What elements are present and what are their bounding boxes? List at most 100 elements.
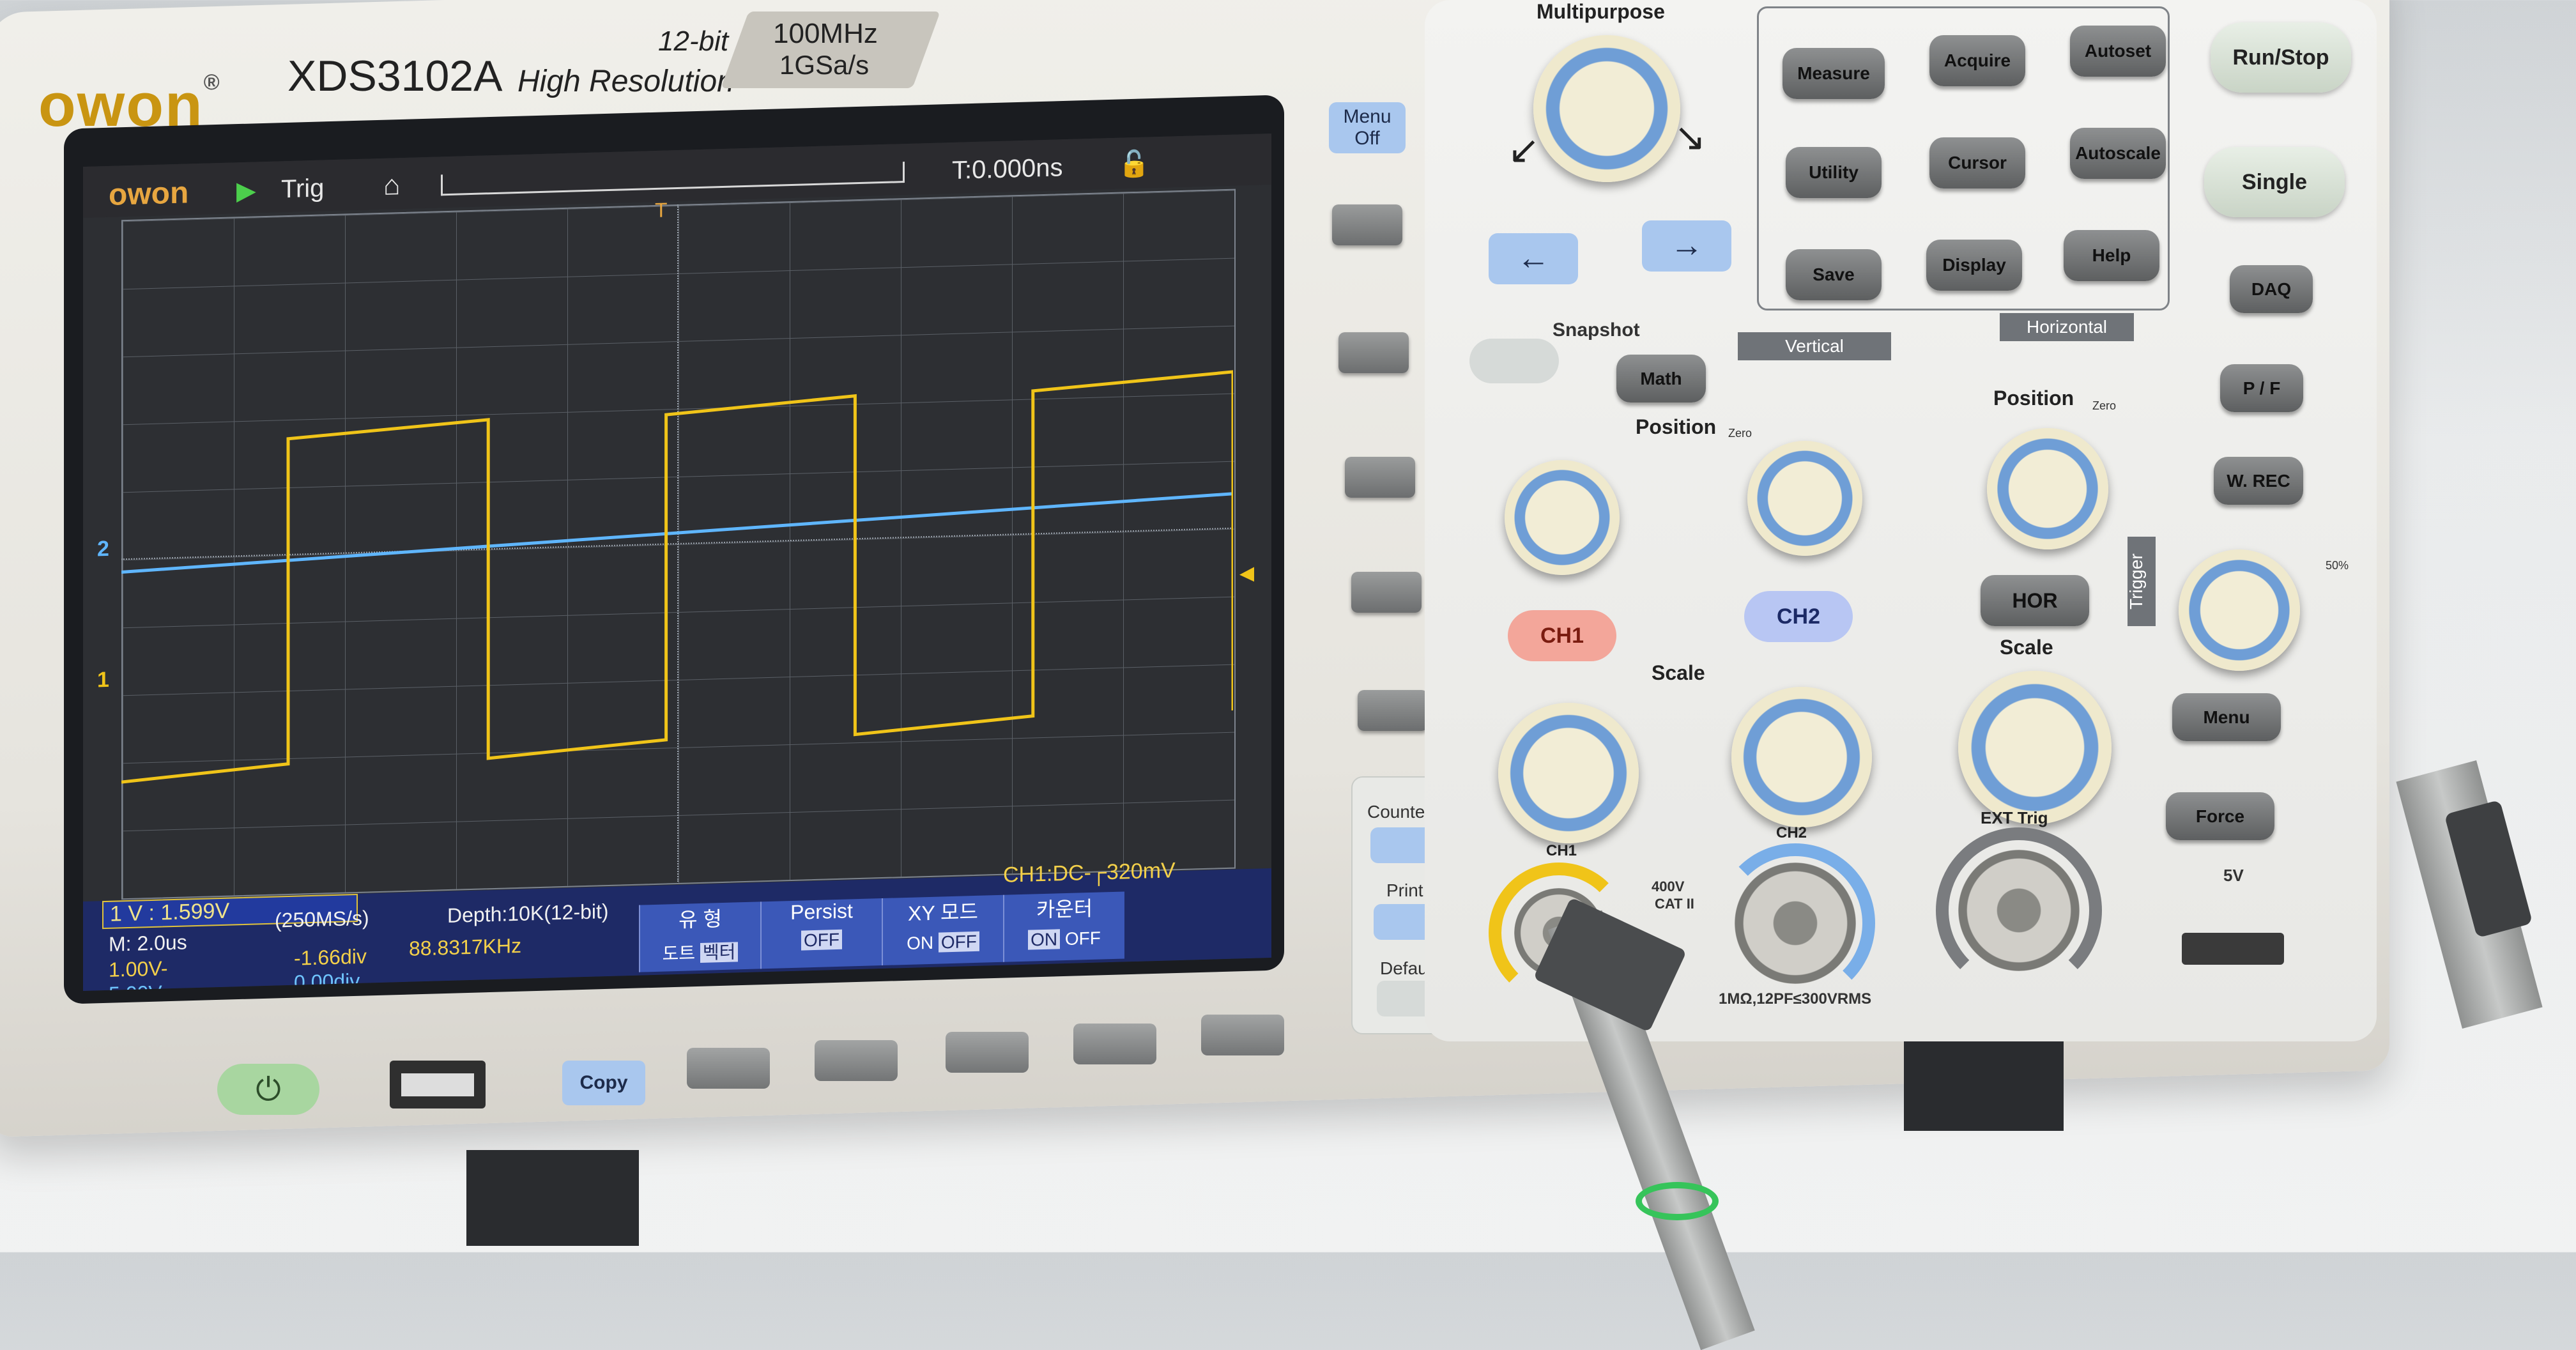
probe-color-ring xyxy=(1636,1182,1719,1220)
menu-item-xy-mode[interactable]: XY 모드 ON OFF xyxy=(882,894,1003,966)
home-icon: ⌂ xyxy=(383,169,401,201)
menu-item-persist[interactable]: Persist OFF xyxy=(760,898,882,969)
timebase-readout: M: 2.0us xyxy=(109,930,187,956)
bit-depth: 12-bit xyxy=(658,26,729,57)
ext-trig-bnc-connector[interactable] xyxy=(1958,850,2080,971)
ch2-input-label: CH2 xyxy=(1776,824,1807,841)
softkey-4[interactable] xyxy=(1351,572,1422,613)
probe-comp-terminal xyxy=(2182,933,2284,965)
menu-item-type[interactable]: 유 형 도트 벡터 xyxy=(639,901,760,972)
vertical-scale-label: Scale xyxy=(1652,661,1705,684)
bottom-softkey-3[interactable] xyxy=(946,1032,1029,1073)
force-trigger-button[interactable]: Force xyxy=(2166,792,2274,840)
probe-comp-label: 5V xyxy=(2223,866,2244,885)
vertical-position-label: Position xyxy=(1636,415,1717,438)
left-foot xyxy=(466,1150,639,1246)
category-label: CAT II xyxy=(1655,896,1694,912)
frequency-readout: 88.8317KHz xyxy=(409,933,522,960)
lock-icon: 🔓 xyxy=(1118,150,1150,179)
ch2-scale-knob[interactable] xyxy=(1731,687,1872,827)
vertical-zero-label: Zero xyxy=(1728,427,1752,440)
horizontal-position-label: Position xyxy=(1993,387,2074,410)
depth-readout: Depth:10K(12-bit) xyxy=(447,900,609,928)
trigger-level-knob[interactable] xyxy=(2179,549,2300,671)
left-arrow-button[interactable]: ← xyxy=(1489,233,1578,284)
play-icon: ▶ xyxy=(236,176,256,206)
trigger-section-label: Trigger xyxy=(2126,537,2156,626)
ch1-scale-knob[interactable] xyxy=(1498,703,1639,843)
oscilloscope-screen: owon ▶ Trig ⌂ T:0.000ns 🔓 T 2 1 ◀ 1 V : … xyxy=(83,134,1271,991)
snapshot-button[interactable] xyxy=(1469,339,1559,383)
multipurpose-knob[interactable] xyxy=(1533,35,1680,182)
rotate-left-arrow-icon: ↙ xyxy=(1508,128,1540,171)
ch1-input-label: CH1 xyxy=(1546,842,1577,859)
right-foot xyxy=(1904,1041,2064,1131)
vertical-section-label: Vertical xyxy=(1738,332,1891,360)
softkey-3[interactable] xyxy=(1345,457,1415,498)
autoset-button[interactable]: Autoset xyxy=(2070,26,2166,77)
voltage-warning-label: 400V xyxy=(1652,878,1685,894)
hor-button[interactable]: HOR xyxy=(1981,575,2089,626)
bandwidth-label: 100MHz xyxy=(773,18,878,49)
acquire-button[interactable]: Acquire xyxy=(1929,35,2025,86)
run-stop-button[interactable]: Run/Stop xyxy=(2211,22,2351,93)
screen-logo: owon xyxy=(109,176,189,212)
single-button[interactable]: Single xyxy=(2204,147,2345,217)
daq-button[interactable]: DAQ xyxy=(2230,265,2313,313)
ch1-button[interactable]: CH1 xyxy=(1508,610,1616,661)
menu-off-button[interactable]: Menu Off xyxy=(1329,102,1406,153)
snapshot-label: Snapshot xyxy=(1552,319,1640,341)
autoscale-button[interactable]: Autoscale xyxy=(2070,128,2166,179)
waveform-plot xyxy=(121,370,1233,784)
sample-readout: (250MS/s) xyxy=(275,906,369,932)
right-arrow-button[interactable]: → xyxy=(1642,220,1731,272)
measure-button[interactable]: Measure xyxy=(1782,48,1885,99)
ch1-waveform xyxy=(121,370,1233,784)
input-spec-label: 1MΩ,12PF≤300VRMS xyxy=(1719,990,1872,1008)
ch1-ground-marker: 1 xyxy=(97,667,109,693)
horizontal-scale-knob[interactable] xyxy=(1958,671,2112,824)
help-button[interactable]: Help xyxy=(2064,230,2159,281)
ch2-button[interactable]: CH2 xyxy=(1744,591,1853,642)
horizontal-scale-label: Scale xyxy=(2000,636,2053,659)
rotate-right-arrow-icon: ↘ xyxy=(1674,116,1706,158)
cursor-button[interactable]: Cursor xyxy=(1929,137,2025,188)
horizontal-position-knob[interactable] xyxy=(1987,428,2108,549)
model-name: XDS3102A xyxy=(288,52,503,100)
trig-status: Trig xyxy=(281,174,325,204)
ch2-bnc-connector[interactable] xyxy=(1735,863,1856,984)
bottom-softkey-1[interactable] xyxy=(687,1048,770,1089)
ch1-scale-readout: 1.00V- xyxy=(109,956,168,981)
utility-button[interactable]: Utility xyxy=(1786,147,1882,198)
trigger-menu-button[interactable]: Menu xyxy=(2172,693,2281,741)
ch2-ground-marker: 2 xyxy=(97,536,109,562)
copy-button[interactable]: Copy xyxy=(562,1061,645,1105)
display-button[interactable]: Display xyxy=(1926,240,2022,291)
power-button[interactable]: ⏻ xyxy=(217,1064,319,1115)
trigger-time: T:0.000ns xyxy=(952,153,1063,185)
multipurpose-label: Multipurpose xyxy=(1537,0,1665,23)
softkey-1[interactable] xyxy=(1332,204,1402,245)
bottom-softkey-4[interactable] xyxy=(1073,1024,1156,1064)
ch1-coupling-readout: CH1:DC-┌320mV xyxy=(1003,858,1176,887)
bottom-softkey-5[interactable] xyxy=(1201,1015,1284,1055)
trigger-level-marker: ◀ xyxy=(1239,562,1255,585)
usb-port-inner xyxy=(401,1073,474,1096)
print-label: Print xyxy=(1386,880,1423,900)
softkey-2[interactable] xyxy=(1338,332,1409,373)
ext-trig-label: EXT Trig xyxy=(1981,808,2048,827)
math-button[interactable]: Math xyxy=(1616,355,1706,403)
ch1-position-knob[interactable] xyxy=(1505,460,1620,575)
bottom-softkey-2[interactable] xyxy=(815,1040,898,1081)
save-button[interactable]: Save xyxy=(1786,249,1882,300)
waveform-record-button[interactable]: W. REC xyxy=(2214,457,2303,505)
model-subtitle: High Resolution xyxy=(518,65,734,98)
horizontal-section-label: Horizontal xyxy=(2000,313,2134,341)
ch2-position-knob[interactable] xyxy=(1747,441,1862,556)
trigger-50-percent-label: 50% xyxy=(2326,559,2349,572)
menu-item-counter[interactable]: 카운터 ON OFF xyxy=(1003,891,1124,962)
counter-label: Counter xyxy=(1367,802,1431,822)
softkey-5[interactable] xyxy=(1358,690,1428,731)
horizontal-zero-label: Zero xyxy=(2092,399,2117,412)
pass-fail-button[interactable]: P / F xyxy=(2220,364,2303,412)
